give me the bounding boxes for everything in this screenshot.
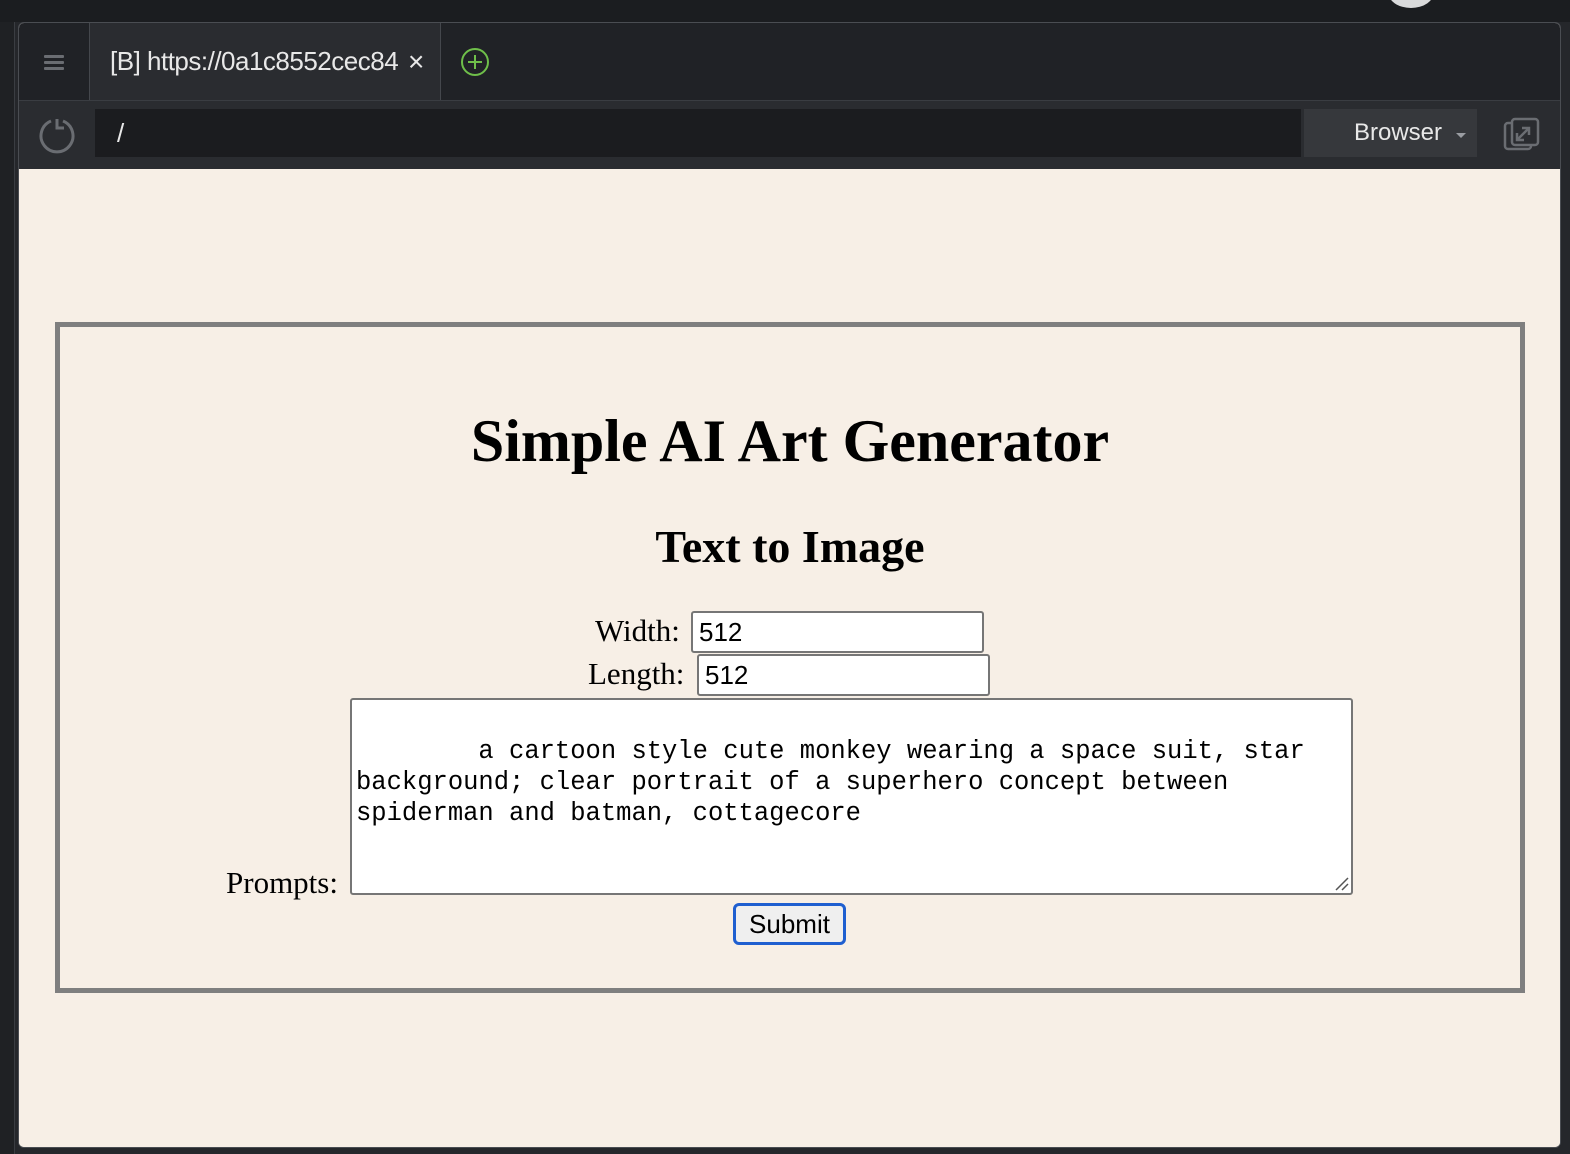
close-icon[interactable]: × (408, 47, 424, 76)
avatar[interactable] (1388, 0, 1434, 8)
prompts-text: a cartoon style cute monkey wearing a sp… (356, 737, 1321, 828)
generator-card: Simple AI Art Generator Text to Image Wi… (55, 322, 1525, 993)
menu-icon (44, 54, 64, 70)
navigation-toolbar: / Browser (19, 101, 1560, 170)
browser-window: [B] https://0a1c8552cec84 × / Browser Si… (18, 22, 1561, 1148)
popout-icon[interactable] (1501, 115, 1541, 155)
mode-select-value: Browser (1354, 119, 1443, 146)
submit-button[interactable]: Submit (733, 903, 846, 945)
menu-button[interactable] (19, 23, 89, 100)
tab-active[interactable]: [B] https://0a1c8552cec84 × (89, 23, 441, 100)
width-label: Width: (595, 613, 680, 648)
address-bar[interactable]: / (95, 109, 1301, 157)
length-label: Length: (588, 656, 685, 691)
tab-title: [B] https://0a1c8552cec84 (110, 46, 399, 76)
os-top-strip (0, 0, 1570, 22)
left-panel-edge (0, 22, 15, 1154)
page-title: Simple AI Art Generator (470, 408, 1110, 474)
resize-handle-icon[interactable] (1333, 875, 1349, 891)
reload-icon[interactable] (37, 115, 77, 155)
prompts-label: Prompts: (226, 865, 338, 900)
width-input[interactable]: 512 (691, 611, 984, 653)
prompts-textarea[interactable]: a cartoon style cute monkey wearing a sp… (350, 698, 1353, 895)
length-input[interactable]: 512 (697, 654, 990, 696)
new-tab-icon[interactable] (460, 47, 490, 77)
tab-bar: [B] https://0a1c8552cec84 × (19, 23, 1560, 101)
dropdown-caret-icon (1456, 133, 1466, 138)
mode-select[interactable]: Browser (1304, 109, 1477, 157)
page-content: Simple AI Art Generator Text to Image Wi… (19, 169, 1560, 1147)
page-subtitle: Text to Image (655, 521, 925, 572)
